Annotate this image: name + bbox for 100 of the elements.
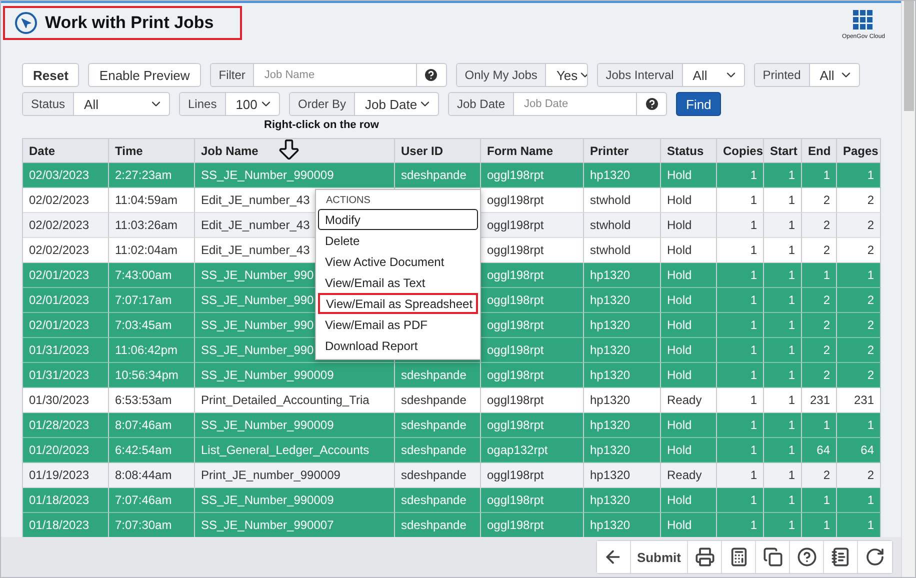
table-cell: Hold [661, 363, 717, 388]
select-value: Job Date [365, 96, 418, 112]
table-cell: oggl198rpt [481, 263, 584, 288]
table-cell: 02/03/2023 [23, 163, 109, 188]
find-button[interactable]: Find [676, 92, 722, 116]
select-value: All [84, 96, 98, 112]
table-cell: 1 [802, 513, 837, 538]
table-cell: hp1320 [584, 488, 661, 513]
table-cell: 2 [837, 288, 881, 313]
table-cell: Hold [661, 488, 717, 513]
table-cell: 1 [764, 288, 802, 313]
input-group[interactable]: Job Date Job Date [448, 92, 667, 116]
input-group[interactable]: Filter Job Name [210, 63, 447, 87]
table-cell: 2 [837, 213, 881, 238]
table-cell: 64 [802, 438, 837, 463]
table-cell: oggl198rpt [481, 413, 584, 438]
column-header[interactable]: Start [764, 138, 802, 163]
select-field[interactable]: Lines 100 [179, 92, 280, 116]
table-cell: 1 [837, 513, 881, 538]
table-cell: 1 [764, 338, 802, 363]
table-cell: 64 [837, 438, 881, 463]
table-cell: 1 [717, 213, 764, 238]
select-field[interactable]: Jobs Interval All [596, 63, 745, 87]
table-cell: 1 [717, 163, 764, 188]
table-cell: hp1320 [584, 438, 661, 463]
table-cell: 11:04:59am [109, 188, 195, 213]
select-value: 100 [236, 96, 258, 112]
table-cell: Hold [661, 338, 717, 363]
table-cell: 1 [802, 488, 837, 513]
select-field[interactable]: Status All [22, 92, 170, 116]
table-cell: 11:03:26am [109, 213, 195, 238]
table-cell: Print_Detailed_Accounting_Tria [195, 388, 395, 413]
menu-item[interactable]: View/Email as Spreadsheet [318, 293, 478, 314]
annotation-text: Right-click on the row [264, 119, 380, 133]
toolbar-button[interactable]: Reset [22, 63, 80, 87]
table-cell: 01/20/2023 [23, 438, 109, 463]
table-cell: 01/18/2023 [23, 488, 109, 513]
table-cell: oggl198rpt [481, 363, 584, 388]
table-cell: hp1320 [584, 338, 661, 363]
table-cell: 7:07:46am [109, 488, 195, 513]
field-label: Status [23, 93, 74, 115]
table-cell: Hold [661, 288, 717, 313]
table-cell: 02/01/2023 [23, 288, 109, 313]
table-cell: oggl198rpt [481, 313, 584, 338]
column-header[interactable]: Status [661, 138, 717, 163]
table-cell: 231 [802, 388, 837, 413]
column-header[interactable]: User ID [395, 138, 481, 163]
table-cell: 1 [802, 413, 837, 438]
select-value: All [692, 68, 708, 82]
table-cell: 2 [837, 238, 881, 263]
field-label: Only My Jobs [456, 64, 546, 86]
table-cell: 01/31/2023 [23, 363, 109, 388]
select-field[interactable]: Order By Job Date [289, 92, 439, 116]
table-cell: 01/19/2023 [23, 463, 109, 488]
table-cell: hp1320 [584, 413, 661, 438]
column-header[interactable]: Time [109, 138, 195, 163]
table-cell: hp1320 [584, 388, 661, 413]
table-cell: oggl198rpt [481, 163, 584, 188]
select-field[interactable]: Only My Jobs Yes [456, 63, 588, 87]
table-cell: 1 [764, 388, 802, 413]
table-cell: 02/02/2023 [23, 188, 109, 213]
table-cell: hp1320 [584, 163, 661, 188]
table-cell: 1 [764, 263, 802, 288]
column-header[interactable]: Pages [837, 138, 881, 163]
table-cell: 7:43:00am [109, 263, 195, 288]
table-cell: 2 [802, 338, 837, 363]
select-field[interactable]: Printed All [754, 63, 860, 87]
table-cell: 8:07:46am [109, 413, 195, 438]
column-header[interactable]: Copies [717, 138, 764, 163]
field-label: Job Date [449, 93, 514, 115]
field-label: Order By [290, 93, 356, 115]
table-cell: 1 [764, 488, 802, 513]
column-header[interactable]: Job Name [195, 138, 395, 163]
column-header[interactable]: Form Name [481, 138, 584, 163]
table-cell: 02/01/2023 [23, 313, 109, 338]
toolbar-button[interactable]: Enable Preview [88, 63, 201, 87]
table-cell: 2 [837, 313, 881, 338]
table-cell: 1 [717, 463, 764, 488]
table-cell: 2 [802, 238, 837, 263]
table-cell: 7:03:45am [109, 313, 195, 338]
column-header[interactable]: End [802, 138, 837, 163]
table-cell: 1 [764, 513, 802, 538]
menu-item[interactable]: Modify [318, 209, 478, 230]
table-cell: 02/02/2023 [23, 213, 109, 238]
table-cell: oggl198rpt [481, 488, 584, 513]
table-cell: oggl198rpt [481, 213, 584, 238]
table-cell: ogap132rpt [481, 438, 584, 463]
table-cell: 8:08:44am [109, 463, 195, 488]
table-cell: 01/30/2023 [23, 388, 109, 413]
table-cell: 02/01/2023 [23, 263, 109, 288]
table-cell: 2 [802, 363, 837, 388]
column-header[interactable]: Printer [584, 138, 661, 163]
table-cell: 1 [764, 313, 802, 338]
table-cell: 02/02/2023 [23, 238, 109, 263]
column-header[interactable]: Date [23, 138, 109, 163]
menu-heading: ACTIONS [325, 194, 372, 208]
table-cell: 1 [717, 488, 764, 513]
table-cell: hp1320 [584, 513, 661, 538]
field-label: Filter [210, 64, 254, 86]
table-cell: oggl198rpt [481, 513, 584, 538]
